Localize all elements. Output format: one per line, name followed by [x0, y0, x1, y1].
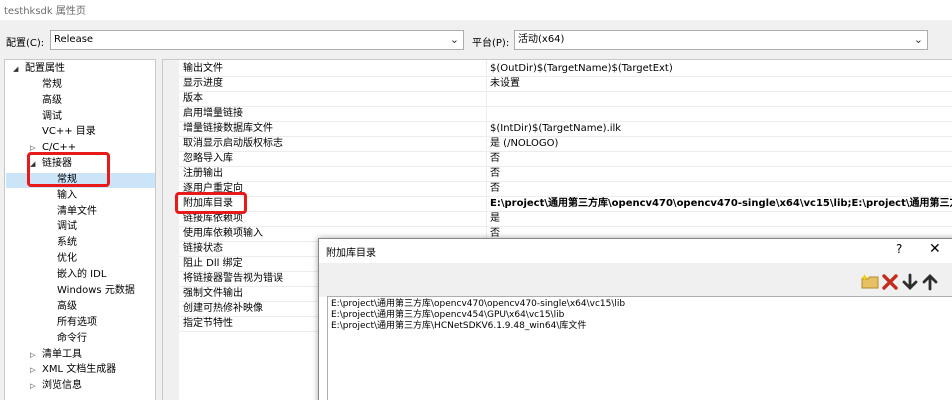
highlight-additional-lib-dirs [175, 192, 247, 214]
tree-item-vc-directories[interactable]: VC++ 目录 [42, 124, 96, 140]
tree-item-manifest-file[interactable]: 清单文件 [57, 204, 97, 220]
chevron-down-icon: ⌄ [449, 33, 459, 46]
tree-item-xml-doc-generator[interactable]: ▷ XML 文档生成器 [30, 362, 116, 378]
help-button[interactable]: ? [896, 242, 902, 256]
move-up-icon[interactable] [921, 273, 939, 291]
platform-label: 平台(P): [472, 38, 510, 49]
move-down-icon[interactable] [901, 273, 919, 291]
platform-value: 活动(x64) [518, 34, 565, 45]
tree-item-command-line[interactable]: 命令行 [57, 331, 87, 347]
lib-dirs-list[interactable]: E:\project\通用第三方库\opencv470\opencv470-si… [327, 296, 952, 400]
grid-row-suppress-banner[interactable]: 取消显示启动版权标志是 (/NOLOGO) [179, 137, 952, 152]
tree-item-advanced[interactable]: 高级 [42, 93, 62, 109]
grid-row-register-output[interactable]: 注册输出否 [179, 167, 952, 182]
config-dropdown[interactable]: Release ⌄ [50, 30, 464, 50]
collapse-icon[interactable]: ▷ [30, 378, 42, 394]
grid-row-incremental-link[interactable]: 启用增量链接 [179, 107, 952, 122]
grid-row-version[interactable]: 版本 [179, 92, 952, 107]
new-folder-icon[interactable] [861, 273, 879, 291]
list-item[interactable]: E:\project\通用第三方库\opencv454\GPU\x64\vc15… [331, 310, 952, 321]
tree-item-windows-metadata[interactable]: Windows 元数据 [57, 283, 135, 299]
tree-item-linker-advanced[interactable]: 高级 [57, 299, 77, 315]
title-bar: testhksdk 属性页 [0, 0, 952, 20]
grid-row-per-user-redirect[interactable]: 逐用户重定向否 [179, 182, 952, 197]
platform-dropdown[interactable]: 活动(x64) ⌄ [514, 30, 928, 50]
tree-item-system[interactable]: 系统 [57, 235, 77, 251]
tree-item-input[interactable]: 输入 [57, 188, 77, 204]
expand-icon[interactable]: ◢ [13, 61, 25, 77]
tree-item-browse-info[interactable]: ▷ 浏览信息 [30, 378, 82, 394]
tree-item-config-properties[interactable]: ◢ 配置属性 [13, 61, 65, 77]
delete-icon[interactable] [881, 273, 899, 291]
grid-row-link-lib-deps[interactable]: 链接库依赖项是 [179, 212, 952, 227]
tree-item-linker-debugging[interactable]: 调试 [57, 219, 77, 235]
property-tree[interactable]: ◢ 配置属性 常规 高级 调试 VC++ 目录 ▷ C/C++ ◢ 链接器 常规 输入… [4, 59, 156, 400]
config-value: Release [54, 34, 94, 45]
close-button[interactable]: ✕ [929, 241, 941, 257]
grid-row-additional-lib-dirs[interactable]: 附加库目录 E:\project\通用第三方库\opencv470\opencv4… [179, 197, 952, 212]
dialog-title: 附加库目录 [326, 248, 376, 259]
list-item[interactable]: E:\project\通用第三方库\opencv470\opencv470-si… [331, 299, 952, 310]
dialog-toolbar [319, 263, 952, 297]
additional-lib-dirs-dialog: 附加库目录 ? ✕ E:\project\通用第三方库\opencv470\op… [318, 238, 952, 400]
collapse-icon[interactable]: ▷ [30, 347, 42, 363]
grid-row-ignore-import-lib[interactable]: 忽略导入库否 [179, 152, 952, 167]
tree-item-embedded-idl[interactable]: 嵌入的 IDL [57, 267, 106, 283]
tree-item-general[interactable]: 常规 [42, 77, 62, 93]
config-label: 配置(C): [6, 38, 45, 49]
list-item[interactable]: E:\project\通用第三方库\HCNetSDKV6.1.9.48_win6… [331, 321, 952, 332]
collapse-icon[interactable]: ▷ [30, 362, 42, 378]
tree-item-debugging[interactable]: 调试 [42, 109, 62, 125]
chevron-down-icon: ⌄ [913, 33, 923, 46]
grid-row-output-file[interactable]: 输出文件 $(OutDir)$(TargetName)$(TargetExt) [179, 62, 952, 77]
highlight-linker-general [27, 152, 110, 187]
grid-row-show-progress[interactable]: 显示进度 未设置 [179, 77, 952, 92]
grid-row-incremental-db[interactable]: 增量链接数据库文件 $(IntDir)$(TargetName).ilk [179, 122, 952, 137]
tree-item-optimization[interactable]: 优化 [57, 251, 77, 267]
window-title: testhksdk 属性页 [4, 6, 86, 17]
grid-gutter [163, 60, 179, 400]
tree-item-all-options[interactable]: 所有选项 [57, 315, 97, 331]
tree-item-manifest-tool[interactable]: ▷ 清单工具 [30, 347, 82, 363]
